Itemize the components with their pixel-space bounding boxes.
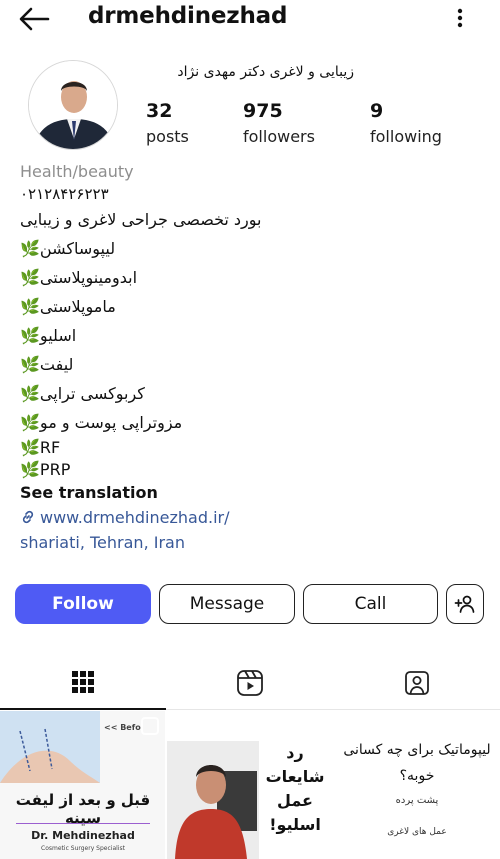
grid-icon (72, 671, 94, 693)
post-thumbnail[interactable]: لیپوماتیک برای چه کسانی خوبه؟ پشت پرده ع… (334, 711, 499, 859)
add-person-icon (454, 595, 475, 613)
back-arrow-icon[interactable] (18, 6, 50, 32)
tagged-icon (405, 671, 429, 695)
post-thumbnail[interactable]: رد شایعات عمل اسلیو! (167, 711, 332, 859)
bio-service-line: ابدومینوپلاستی🌿 (20, 268, 138, 287)
website-link[interactable]: www.drmehdinezhad.ir/ (20, 505, 480, 530)
followers-count[interactable]: 975 followers (243, 100, 315, 146)
suggested-accounts-button[interactable] (446, 584, 484, 624)
bio-headline: بورد تخصصی جراحی لاغری و زیبایی (20, 210, 262, 229)
follow-button[interactable]: Follow (15, 584, 151, 624)
bio-service-line: کربوکسی تراپی🌿 (20, 384, 145, 403)
post-footer: عمل های لاغری (387, 827, 447, 837)
posts-count-value: 32 (146, 100, 173, 122)
location-link[interactable]: shariati, Tehran, Iran (20, 530, 480, 555)
posts-count[interactable]: 32 posts (146, 100, 189, 146)
bio-service-line: اسلیو🌿 (20, 326, 77, 345)
post-thumbnail[interactable]: << Befo قبل و بعد از لیفت سینه Dr. Mehdi… (0, 711, 165, 859)
reels-icon (237, 670, 263, 696)
bio-service-line: مزوتراپی پوست و مو🌿 (20, 413, 183, 432)
post-caption: قبل و بعد از لیفت سینه (15, 791, 151, 827)
posts-count-label: posts (146, 127, 189, 146)
profile-full-name: زیبایی و لاغری دکتر مهدی نژاد (177, 64, 354, 80)
bio-service-line: 🌿RF (20, 438, 61, 457)
more-options-icon[interactable] (450, 6, 470, 30)
tab-reels[interactable] (167, 656, 333, 710)
following-count[interactable]: 9 following (370, 100, 442, 146)
posts-grid: << Befo قبل و بعد از لیفت سینه Dr. Mehdi… (0, 711, 500, 859)
reel-indicator-icon (141, 717, 159, 735)
profile-avatar[interactable] (28, 60, 118, 150)
post-before-label: << Befo (104, 723, 141, 732)
bio-service-line: لیفت🌿 (20, 355, 74, 374)
reel-indicator-icon (475, 717, 493, 735)
bio-service-line: لیپوساکشن🌿 (20, 239, 116, 258)
post-caption: رد شایعات عمل اسلیو! (265, 743, 325, 834)
post-subtitle: Cosmetic Surgery Specialist (41, 845, 125, 852)
post-doctor-name: Dr. Mehdinezhad (31, 829, 135, 842)
followers-count-value: 975 (243, 100, 283, 122)
tab-posts-grid[interactable] (0, 656, 166, 710)
call-button[interactable]: Call (303, 584, 438, 624)
post-title: لیپوماتیک برای چه کسانی خوبه؟ (343, 742, 491, 784)
message-button[interactable]: Message (159, 584, 295, 624)
profile-header: drmehdinezhad (0, 0, 500, 40)
following-count-value: 9 (370, 100, 384, 122)
reel-indicator-icon (308, 717, 326, 735)
profile-phone: ۰۲۱۲۸۴۲۶۲۲۳ (20, 185, 109, 203)
profile-category: Health/beauty (20, 162, 134, 181)
bio-service-line: 🌿PRP (20, 460, 71, 479)
link-icon (22, 510, 34, 524)
profile-username: drmehdinezhad (88, 3, 288, 29)
followers-count-label: followers (243, 127, 315, 146)
website-url[interactable]: www.drmehdinezhad.ir/ (40, 508, 229, 527)
see-translation-link[interactable]: See translation (20, 481, 480, 505)
tab-tagged[interactable] (334, 656, 500, 710)
post-subtitle: پشت پرده (395, 795, 439, 806)
profile-bio: Health/beauty ۰۲۱۲۸۴۲۶۲۲۳ بورد تخصصی جرا… (20, 161, 480, 555)
following-count-label: following (370, 127, 442, 146)
profile-tabs (0, 656, 500, 710)
bio-service-line: ماموپلاستی🌿 (20, 297, 116, 316)
